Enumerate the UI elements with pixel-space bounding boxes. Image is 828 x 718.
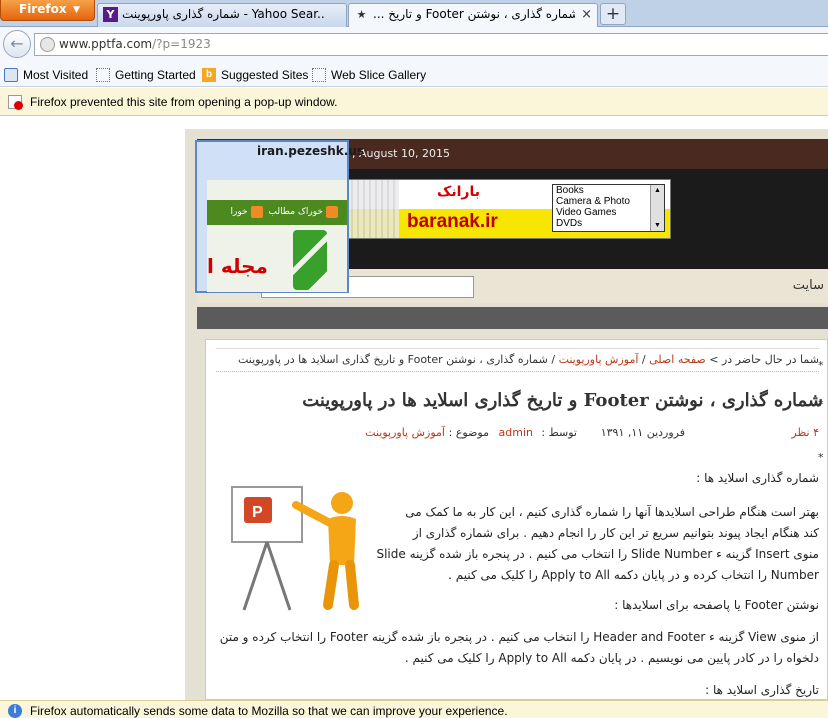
topic-prefix: موضوع : [448, 426, 489, 439]
url-bar[interactable]: www.pptfa.com/?p=1923 [34, 33, 828, 56]
page-viewport: , August 10, 2015 بارانک baranak.ir Book… [0, 117, 828, 700]
listbox-item[interactable]: Video Games [556, 207, 664, 218]
bookmark-label: Suggested Sites [221, 68, 309, 82]
author-prefix: توسط : [541, 426, 577, 439]
section-heading: تاریخ گذاری اسلاید ها : [705, 683, 819, 697]
bookmark-web-slice-gallery[interactable]: Web Slice Gallery [312, 67, 426, 83]
firefox-menu-button[interactable]: Firefox ▼ [0, 0, 95, 21]
banner-decoration [347, 180, 399, 238]
sidebar-edge: * * * [818, 347, 828, 647]
listbox-item[interactable]: Books [556, 185, 664, 196]
page-icon [96, 68, 110, 82]
bookmark-label: Getting Started [115, 68, 196, 82]
page-icon [312, 68, 326, 82]
paragraph-line: کند هنگام ایجاد پیوند بتوانیم سریع تر ای… [412, 526, 819, 540]
comments-count-link[interactable]: ۴ نظر [791, 426, 819, 439]
tab-strip: Firefox ▼ Y شماره گذاری پاورپوینت - Yaho… [0, 0, 828, 28]
preview-heading: مجله ا [207, 254, 268, 278]
firefox-menu-label: Firefox [19, 2, 67, 16]
figure-head [331, 492, 353, 514]
back-button[interactable]: ← [3, 30, 31, 58]
scroll-down-icon[interactable]: ▼ [651, 220, 664, 231]
scroll-thumb[interactable] [651, 196, 664, 220]
most-visited-icon [4, 68, 18, 82]
listbox-item[interactable]: Camera & Photo [556, 196, 664, 207]
banner-persian-text: بارانک [437, 184, 480, 200]
url-text: www.pptfa.com/?p=1923 [59, 37, 211, 51]
navigation-bar: ← www.pptfa.com/?p=1923 [0, 27, 828, 63]
breadcrumb-prefix: شما در حال حاضر در > [709, 353, 819, 366]
listbox-item[interactable]: DVDs [556, 218, 664, 229]
paragraph-line: Number را انتخاب کرده و در پایان دکمه Ap… [448, 568, 819, 582]
back-arrow-icon: ← [10, 34, 24, 53]
preview-nav-bar: خوراک مطالب خورا [207, 200, 347, 225]
breadcrumb-current: شماره گذاری ، نوشتن Footer و تاریخ گذاری… [237, 353, 548, 366]
breadcrumb-category-link[interactable]: آموزش پاورپوینت [559, 353, 639, 366]
info-icon: i [8, 704, 22, 718]
bookmarks-toolbar: Most Visited Getting Started b Suggested … [0, 63, 828, 87]
bookmark-getting-started[interactable]: Getting Started [96, 67, 196, 83]
chevron-down-icon: ▼ [73, 5, 80, 15]
listbox-scrollbar[interactable]: ▲ ▼ [650, 185, 664, 231]
author-link[interactable]: admin [499, 426, 533, 439]
breadcrumb-separator: / [641, 353, 646, 366]
popup-blocked-icon [8, 95, 23, 110]
site-favicon-icon: ★ [356, 8, 367, 21]
bing-icon: b [202, 68, 216, 82]
rss-icon [326, 205, 338, 218]
preview-title: iran.pezeshk.us [257, 144, 364, 158]
popup-blocked-text: Firefox prevented this site from opening… [30, 95, 338, 109]
bookmark-label: Web Slice Gallery [331, 68, 427, 82]
data-sharing-text: Firefox automatically sends some data to… [30, 704, 508, 718]
close-tab-icon[interactable]: × [581, 4, 592, 25]
sidebar-mark: * [818, 451, 824, 464]
site-link[interactable]: سایت [793, 278, 824, 293]
svg-text:P: P [252, 504, 263, 521]
popup-blocked-notification[interactable]: Firefox prevented this site from opening… [0, 88, 828, 116]
sidebar-mark: * [818, 359, 824, 372]
paragraph-line: بهتر است هنگام طراحی اسلایدها آنها را شم… [405, 505, 819, 519]
yahoo-favicon-icon: Y [103, 7, 118, 22]
menu-bar [197, 307, 828, 329]
bookmark-most-visited[interactable]: Most Visited [4, 67, 88, 83]
leaf-logo-icon [293, 230, 327, 290]
sidebar-mark: * [818, 398, 824, 411]
post-title[interactable]: شماره گذاری ، نوشتن Footer و تاریخ گذاری… [223, 390, 823, 411]
url-host: www.pptfa.com [59, 37, 153, 51]
tab-title: ... و تاریخ Footer شماره گذاری ، نوشتن [373, 7, 575, 21]
rss-label: خورا [230, 207, 248, 217]
bookmark-label: Most Visited [23, 68, 89, 82]
section-heading: نوشتن Footer یا پاصفحه برای اسلایدها : [614, 598, 819, 612]
breadcrumb: شما در حال حاضر در > صفحه اصلی / آموزش پ… [216, 348, 819, 372]
post-content: شما در حال حاضر در > صفحه اصلی / آموزش پ… [205, 339, 828, 700]
category-listbox[interactable]: Books Camera & Photo Video Games DVDs ▲ … [552, 184, 665, 232]
paragraph-line: منوی Insert گزینه ء Slide Number را انتخ… [376, 547, 819, 561]
paragraph-line: دلخواه را در کادر پایین می نویسیم . در پ… [404, 651, 819, 665]
data-sharing-notification[interactable]: i Firefox automatically sends some data … [0, 700, 828, 718]
banner-latin-text: baranak.ir [407, 211, 498, 232]
rss-icon [250, 205, 263, 218]
new-tab-button[interactable]: + [600, 3, 626, 25]
url-path: /?p=1923 [152, 37, 211, 51]
section-heading: شماره گذاری اسلاید ها : [696, 471, 819, 485]
tab-hover-preview[interactable]: iran.pezeshk.us خوراک مطالب خورا مجله ا [195, 140, 364, 293]
presentation-illustration: P [231, 486, 359, 611]
rss-label: خوراک مطالب [268, 207, 323, 217]
baranak-banner-ad[interactable]: بارانک baranak.ir Books Camera & Photo V… [346, 179, 671, 239]
preview-thumbnail: خوراک مطالب خورا مجله ا [207, 180, 347, 292]
tab-pptfa-post[interactable]: ★ ... و تاریخ Footer شماره گذاری ، نوشتن… [348, 3, 598, 28]
breadcrumb-separator: / [551, 353, 556, 366]
globe-icon [40, 37, 55, 52]
tab-title: شماره گذاری پاورپوینت - Yahoo Sear... [122, 7, 324, 21]
bookmark-suggested-sites[interactable]: b Suggested Sites [202, 67, 308, 83]
tab-yahoo-search[interactable]: Y شماره گذاری پاورپوینت - Yahoo Sear... [97, 3, 347, 27]
category-link[interactable]: آموزش پاورپوینت [365, 426, 445, 439]
post-date: فروردین ۱۱, ۱۳۹۱ [600, 426, 685, 439]
paragraph-line: از منوی View گزینه ء Header and Footer ر… [219, 630, 819, 644]
scroll-up-icon[interactable]: ▲ [651, 185, 664, 196]
breadcrumb-home-link[interactable]: صفحه اصلی [649, 353, 706, 366]
